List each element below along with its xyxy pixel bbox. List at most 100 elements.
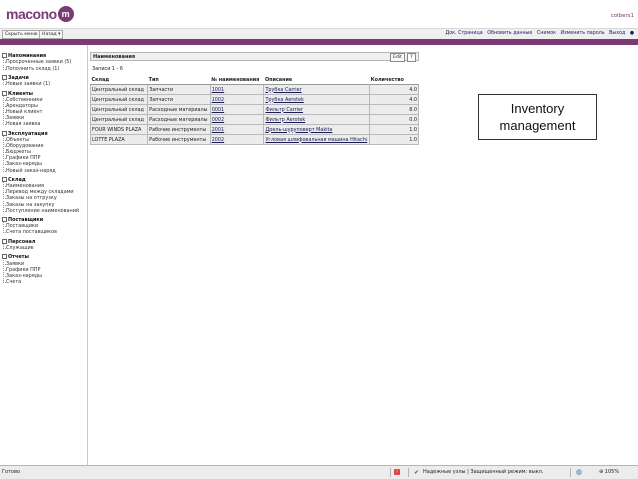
cell-description[interactable]: Фильтр Carrier (263, 104, 371, 115)
collapse-icon[interactable] (2, 53, 7, 58)
hide-menu-button[interactable]: Скрыть меню (2, 30, 41, 39)
sidebar-section[interactable]: Персонал (2, 238, 36, 245)
sidebar-item[interactable]: Заказ-наряды (3, 160, 42, 167)
zoom-level[interactable]: ⊕ 105% (599, 469, 619, 475)
collapse-icon[interactable] (2, 254, 7, 260)
change-password-link[interactable]: Изменить пароль (561, 31, 605, 36)
sidebar-item[interactable]: Новый клиент (2, 108, 42, 115)
items-table: Склад Тип № наименования Описание Количе… (89, 76, 419, 145)
refresh-data-link[interactable]: Обновить данные (487, 31, 532, 36)
sidebar-section[interactable]: Задачи (2, 74, 29, 81)
table-row[interactable]: Центральный склад Расходные материалы 0001… (89, 104, 419, 115)
column-header-quantity[interactable]: Количество (369, 76, 419, 85)
sidebar-section[interactable]: Клиенты (2, 90, 33, 97)
sidebar-section[interactable]: Отчеты (2, 254, 29, 260)
logout-link[interactable]: Выход (609, 31, 625, 36)
sidebar-item[interactable]: Служащие (3, 244, 34, 251)
cell-type: Рабочие инструменты (147, 124, 211, 135)
cell-description[interactable]: Фильтр Aerotek (263, 114, 371, 125)
globe-icon[interactable]: ◍ (576, 468, 582, 476)
table-row[interactable]: LOTTE PLAZA Рабочие инструменты 2002 Углова… (89, 134, 419, 145)
settings-icon[interactable]: ● (630, 31, 634, 36)
column-header-description[interactable]: Описание (263, 76, 370, 85)
sidebar-item[interactable]: Графики ППР (2, 154, 40, 161)
table-row[interactable]: Центральный склад Расходные материалы 0002… (89, 114, 419, 125)
collapse-icon[interactable] (2, 74, 7, 80)
table-header-row: Склад Тип № наименования Описание Количе… (90, 76, 419, 85)
status-separator (390, 468, 391, 477)
cell-number[interactable]: 0001 (209, 104, 265, 115)
sidebar-item[interactable]: Счета (2, 278, 21, 285)
sidebar-item[interactable]: Новые заявки (1) (2, 80, 50, 87)
cell-number[interactable]: 1002 (209, 94, 265, 105)
sidebar-item[interactable]: Оборудование (3, 142, 44, 149)
cell-number[interactable]: 0002 (209, 114, 265, 125)
back-button[interactable]: Назад ▾ (39, 30, 64, 39)
column-header-number[interactable]: № наименования (210, 76, 264, 85)
cell-warehouse: LOTTE PLAZA (89, 134, 149, 145)
sidebar-item[interactable]: Наименования (3, 182, 44, 189)
column-header-warehouse[interactable]: Склад (90, 76, 148, 85)
cell-description[interactable]: Трубка Carrier (263, 84, 371, 95)
sidebar-item[interactable]: Заявки (2, 114, 24, 121)
caption-box: Inventory management (478, 94, 597, 140)
sidebar-item[interactable]: Счета поставщиков (3, 228, 57, 235)
help-button[interactable]: ? (407, 53, 416, 62)
status-bar: Готово ! ✔ Надежные узлы | Защищенный ре… (0, 465, 638, 479)
sidebar-item[interactable]: Перевод между складами (3, 188, 74, 195)
sidebar-section-title: Персонал (8, 238, 36, 245)
cell-number[interactable]: 1001 (209, 84, 265, 95)
sidebar-section-title: Задачи (8, 74, 29, 81)
cell-number[interactable]: 2001 (209, 124, 265, 135)
sidebar-item[interactable]: Бюджеты (3, 148, 31, 155)
cell-warehouse: FOUR WINDS PLAZA (89, 124, 149, 135)
logo[interactable]: macono m (6, 4, 74, 24)
cell-description[interactable]: Трубка Aerotek (263, 94, 371, 105)
collapse-icon[interactable] (2, 90, 7, 96)
collapse-icon[interactable] (2, 176, 7, 182)
sidebar-item[interactable]: Поступление наименований (2, 206, 79, 214)
cell-type: Запчасти (147, 84, 211, 95)
sidebar-item[interactable]: Собственники (3, 95, 43, 103)
sidebar-item[interactable]: Заявки (2, 259, 24, 267)
caption-line-1: Inventory (510, 101, 565, 116)
cell-type: Запчасти (147, 94, 211, 105)
cell-number[interactable]: 2002 (209, 134, 265, 145)
sidebar-section[interactable]: Поставщики (2, 216, 43, 223)
sidebar-item[interactable]: Поставщики (2, 222, 38, 229)
table-row[interactable]: Центральный склад Запчасти 1002 Трубка Aero… (89, 94, 419, 105)
zoom-value: 105% (604, 469, 620, 475)
accent-bar (0, 39, 638, 45)
username-link[interactable]: colbers1 (611, 13, 634, 19)
edit-button[interactable]: Edit (390, 53, 405, 62)
sidebar-item[interactable]: Пополнить склад (1) (2, 64, 59, 72)
top-links: Док. Страница Обновить данные Снимок Изм… (442, 30, 634, 38)
snapshot-link[interactable]: Снимок (537, 31, 556, 36)
trusted-sites-icon: ✔ (414, 469, 420, 476)
doc-page-link[interactable]: Док. Страница (445, 31, 482, 36)
collapse-icon[interactable] (2, 238, 7, 244)
sidebar-section[interactable]: Эксплуатация (2, 130, 48, 137)
status-text: Готово (2, 469, 21, 475)
column-header-type[interactable]: Тип (147, 76, 211, 85)
cell-description[interactable]: Дрель-шуруповерт Makita (263, 124, 371, 135)
security-zone-text[interactable]: Надежные узлы | Защищенный режим: выкл. (423, 469, 543, 475)
sidebar-item[interactable]: Заказы на отгрузку (3, 194, 57, 201)
status-separator (408, 468, 409, 477)
cell-warehouse: Центральный склад (89, 94, 149, 105)
sidebar-section[interactable]: Напоминания (2, 53, 46, 59)
sidebar-item[interactable]: Новый заказ-наряд (3, 166, 56, 174)
sidebar-item[interactable]: Графики ППР (2, 265, 40, 273)
security-warning-icon[interactable]: ! (394, 469, 400, 475)
collapse-icon[interactable] (2, 216, 7, 222)
collapse-icon[interactable] (2, 130, 7, 136)
cell-quantity: 1.0 (369, 134, 419, 145)
sidebar-item[interactable]: Просроченные заявки (5) (2, 58, 71, 65)
sidebar-item[interactable]: Заказ-наряды (3, 272, 42, 279)
table-row[interactable]: Центральный склад Запчасти 1001 Трубка Carr… (89, 84, 419, 95)
sidebar-item[interactable]: Заказы на закупку (2, 200, 54, 208)
table-row[interactable]: FOUR WINDS PLAZA Рабочие инструменты 2001 Д… (89, 124, 419, 135)
sidebar-item[interactable]: Новая заявка (2, 120, 40, 127)
cell-description[interactable]: Угловая шлифовальная машина Hitachi (263, 134, 371, 145)
sidebar-item[interactable]: Объекты (3, 136, 29, 143)
